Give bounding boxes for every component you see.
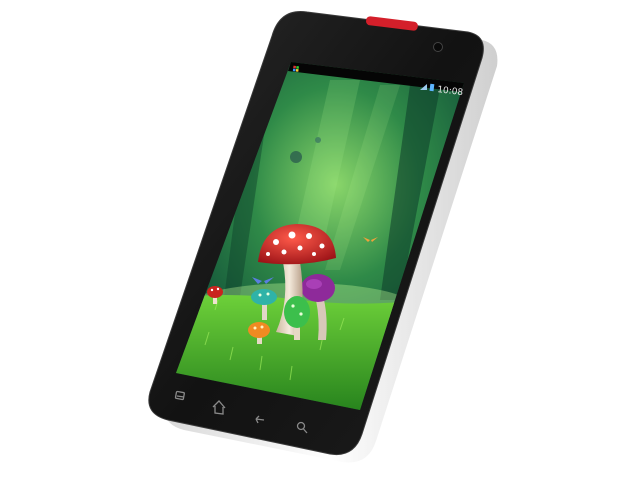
front-camera bbox=[433, 42, 443, 52]
battery-icon bbox=[429, 83, 435, 92]
phone-product-photo: 10:08 bbox=[148, 11, 498, 463]
